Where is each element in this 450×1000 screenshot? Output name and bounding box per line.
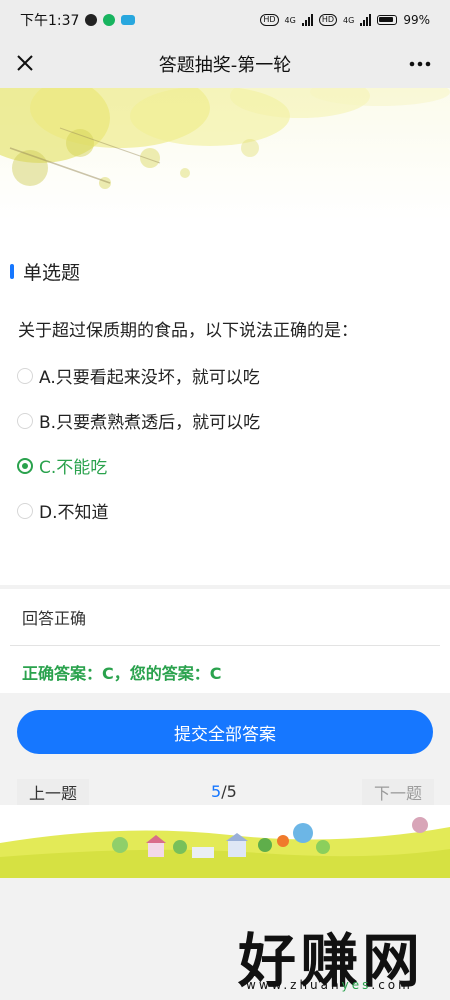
app-status-icon (85, 14, 98, 26)
current-page: 5 (211, 782, 222, 801)
radio-icon (17, 412, 33, 429)
battery-icon (377, 15, 398, 25)
title-bar: 答题抽奖-第一轮 (0, 40, 450, 88)
header-banner (0, 88, 450, 220)
question-type-label: 单选题 (23, 262, 81, 284)
radio-icon (17, 502, 33, 519)
result-divider (10, 645, 440, 646)
answer-result: 回答正确 正确答案：C，您的答案：C (0, 589, 450, 693)
watermark-site-post: .com (371, 978, 413, 992)
option-label: C.不能吃 (39, 458, 108, 478)
result-detail: 正确答案：C，您的答案：C (22, 664, 222, 683)
close-button[interactable] (12, 50, 40, 78)
status-bar: 下午1:37 HD 4G HD 4G 99% (0, 0, 450, 40)
hd-icon: HD (260, 14, 279, 26)
option-d[interactable]: D.不知道 (17, 498, 109, 523)
watermark-site-text: www.zhuanyes.com (246, 978, 413, 992)
question-card: 单选题 关于超过保质期的食品，以下说法正确的是： A.只要看起来没坏，就可以吃 … (0, 220, 450, 585)
network-a-label: 4G (284, 15, 296, 25)
status-time: 下午1:37 (20, 13, 80, 29)
more-button[interactable] (406, 50, 434, 78)
status-left: 下午1:37 (20, 10, 136, 30)
hd-icon: HD (318, 14, 338, 26)
watermark-site-accent: yes (341, 978, 372, 992)
option-c[interactable]: C.不能吃 (17, 453, 107, 478)
result-title: 回答正确 (22, 609, 87, 628)
option-label: A.只要看起来没坏，就可以吃 (39, 368, 260, 388)
battery-percent: 99% (403, 13, 430, 27)
watermark-site-pre: www.zhuan (246, 978, 342, 992)
village-landscape-illustration (0, 805, 450, 878)
watermark-logo: 好赚网 www.zhuanyes.com (238, 914, 438, 995)
question-type: 单选题 (10, 258, 80, 285)
more-icon (409, 61, 431, 67)
option-a[interactable]: A.只要看起来没坏，就可以吃 (17, 363, 260, 388)
signal-icon (301, 14, 313, 26)
previous-question-button[interactable]: 上一题 (17, 779, 89, 805)
option-label: B.只要煮熟煮透后，就可以吃 (39, 413, 261, 433)
network-b-label: 4G (343, 15, 355, 25)
question-text: 关于超过保质期的食品，以下说法正确的是： (18, 321, 358, 341)
question-type-marker (10, 264, 14, 279)
radio-icon (17, 367, 33, 384)
signal-icon (360, 14, 372, 26)
tree-leaves-illustration (0, 88, 450, 189)
status-right: HD 4G HD 4G 99% (260, 13, 430, 27)
page-title: 答题抽奖-第一轮 (158, 55, 292, 76)
total-pages: 5 (226, 782, 237, 801)
option-label: D.不知道 (39, 503, 109, 523)
page-indicator: 5/5 (211, 782, 237, 801)
bike-status-icon (121, 15, 136, 25)
next-question-button[interactable]: 下一题 (362, 779, 434, 805)
submit-all-answers-button[interactable]: 提交全部答案 (17, 710, 433, 754)
close-icon (17, 55, 33, 71)
option-b[interactable]: B.只要煮熟煮透后，就可以吃 (17, 408, 260, 433)
chat-status-icon (103, 14, 116, 26)
village-illustration (0, 805, 450, 878)
radio-checked-icon (17, 457, 33, 474)
